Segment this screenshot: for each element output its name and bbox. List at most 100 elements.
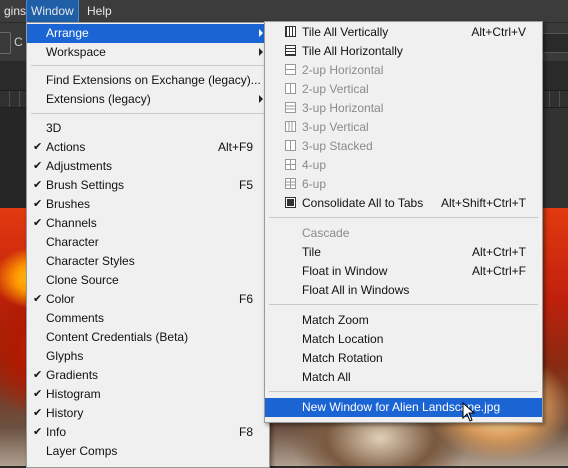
menu-item-label: Tile [302,245,321,259]
menu-item-match-zoom[interactable]: Match Zoom [265,311,542,330]
menu-item-comments[interactable]: Comments [27,309,269,328]
menu-item-label: Actions [46,140,86,154]
menu-item-info[interactable]: ✔ Info F8 [27,423,269,442]
menu-item-history[interactable]: ✔ History [27,404,269,423]
checkmark-icon: ✔ [33,179,43,191]
checkmark-icon: ✔ [33,198,43,210]
menu-item-label: Tile All Horizontally [302,44,403,58]
menu-item-label: 3D [46,121,62,135]
menu-item-label: Channels [46,216,97,230]
menu-separator [269,217,538,218]
tile-horizontal-icon [285,45,296,56]
menu-item-tile-all-vertically[interactable]: Tile All Vertically Alt+Ctrl+V [265,23,542,42]
consolidate-tabs-icon [285,197,296,208]
menu-item-label: History [46,406,84,420]
2up-horizontal-icon [285,64,296,75]
menu-item-content-credentials[interactable]: Content Credentials (Beta) [27,328,269,347]
menu-item-label: Comments [46,311,105,325]
menu-item-adjustments[interactable]: ✔ Adjustments [27,157,269,176]
menu-item-label: Content Credentials (Beta) [46,330,189,344]
menu-item-label: Match All [302,370,351,384]
menu-separator [31,113,265,114]
menu-item-label: Histogram [46,387,101,401]
menu-item-4up[interactable]: 4-up [265,156,542,175]
options-bar-toggle[interactable] [0,32,11,54]
menu-item-gradients[interactable]: ✔ Gradients [27,366,269,385]
menu-item-label: Color [46,292,75,306]
menu-item-label: 2-up Horizontal [302,63,384,77]
checkmark-icon: ✔ [33,293,43,305]
menu-item-label: Match Zoom [302,313,369,327]
menu-item-histogram[interactable]: ✔ Histogram [27,385,269,404]
menu-item-label: Glyphs [46,349,84,363]
menu-item-label: Match Location [302,332,384,346]
menu-item-find-extensions[interactable]: Find Extensions on Exchange (legacy)... [27,71,269,90]
checkmark-icon: ✔ [33,160,43,172]
2up-vertical-icon [285,83,296,94]
menu-item-shortcut: F5 [238,178,253,192]
menu-plugins[interactable]: gins [0,0,30,22]
menu-item-label: Tile All Vertically [302,25,389,39]
menu-item-label: Match Rotation [302,351,383,365]
menu-item-label: Clone Source [46,273,119,287]
checkmark-icon: ✔ [33,388,43,400]
menu-item-brush-settings[interactable]: ✔ Brush Settings F5 [27,176,269,195]
menu-item-match-location[interactable]: Match Location [265,330,542,349]
menu-item-tile-all-horizontally[interactable]: Tile All Horizontally [265,42,542,61]
menu-item-label: 3-up Horizontal [302,101,384,115]
menu-item-shortcut: Alt+Ctrl+T [471,245,526,259]
menu-item-match-rotation[interactable]: Match Rotation [265,349,542,368]
menu-item-3up-stacked[interactable]: 3-up Stacked [265,137,542,156]
menu-item-brushes[interactable]: ✔ Brushes [27,195,269,214]
menu-item-3d[interactable]: 3D [27,119,269,138]
menu-window[interactable]: Window [26,0,79,23]
menu-item-6up[interactable]: 6-up [265,175,542,194]
mouse-pointer-icon [462,402,476,422]
menu-item-extensions-legacy[interactable]: Extensions (legacy) [27,90,269,109]
menu-item-label: Gradients [46,368,99,382]
menu-help[interactable]: Help [83,0,116,22]
menu-item-float-all-in-windows[interactable]: Float All in Windows [265,281,542,300]
menu-item-label: Float All in Windows [302,283,410,297]
menu-separator [31,65,265,66]
menu-item-label: Find Extensions on Exchange (legacy)... [46,73,261,87]
menu-item-shortcut: Alt+F9 [217,140,253,154]
menu-item-channels[interactable]: ✔ Channels [27,214,269,233]
checkmark-icon: ✔ [33,141,43,153]
menu-item-label: 3-up Vertical [302,120,369,134]
6up-icon [285,178,296,189]
menu-item-float-in-window[interactable]: Float in Window Alt+Ctrl+F [265,262,542,281]
menu-item-consolidate-to-tabs[interactable]: Consolidate All to Tabs Alt+Shift+Ctrl+T [265,194,542,213]
menu-item-3up-vertical[interactable]: 3-up Vertical [265,118,542,137]
menu-item-shortcut: F6 [238,292,253,306]
submenu-arrow-icon [259,95,263,103]
menu-item-label: Arrange [46,26,89,40]
window-menu: Arrange Workspace Find Extensions on Exc… [26,22,270,468]
menu-item-layer-comps[interactable]: Layer Comps [27,442,269,461]
menu-item-label: 2-up Vertical [302,82,369,96]
menu-item-shortcut: Alt+Ctrl+V [471,25,526,39]
menu-item-label: 6-up [302,177,327,191]
menu-separator [269,304,538,305]
menu-item-2up-horizontal[interactable]: 2-up Horizontal [265,61,542,80]
4up-icon [285,159,296,170]
menu-item-match-all[interactable]: Match All [265,368,542,387]
menu-item-2up-vertical[interactable]: 2-up Vertical [265,80,542,99]
menu-item-character-styles[interactable]: Character Styles [27,252,269,271]
menu-item-glyphs[interactable]: Glyphs [27,347,269,366]
menu-item-workspace[interactable]: Workspace [27,43,269,62]
menu-item-new-window[interactable]: New Window for Alien Landscape.jpg [265,398,542,417]
menu-item-arrange[interactable]: Arrange [27,24,269,43]
menu-item-cascade[interactable]: Cascade [265,224,542,243]
menu-item-label: Character Styles [46,254,135,268]
menu-item-color[interactable]: ✔ Color F6 [27,290,269,309]
menu-item-actions[interactable]: ✔ Actions Alt+F9 [27,138,269,157]
menu-item-clone-source[interactable]: Clone Source [27,271,269,290]
arrange-submenu: Tile All Vertically Alt+Ctrl+V Tile All … [264,21,543,423]
menu-item-3up-horizontal[interactable]: 3-up Horizontal [265,99,542,118]
menu-item-character[interactable]: Character [27,233,269,252]
submenu-arrow-icon [259,29,263,37]
options-bar-field[interactable] [540,33,568,53]
menu-item-tile[interactable]: Tile Alt+Ctrl+T [265,243,542,262]
menu-item-label: Adjustments [46,159,113,173]
